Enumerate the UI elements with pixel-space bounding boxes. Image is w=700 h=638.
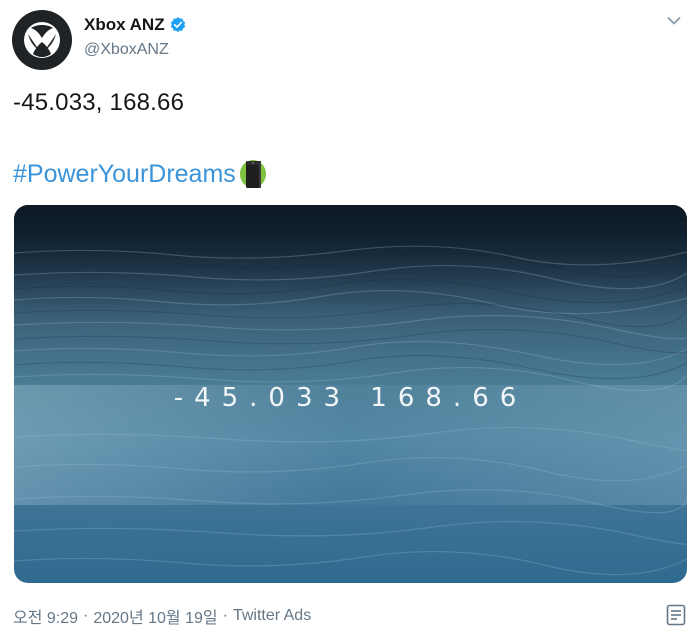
hashtag-row: #PowerYourDreams	[13, 158, 268, 190]
hashtag-link[interactable]: #PowerYourDreams	[13, 160, 236, 189]
tweet-source-link[interactable]: Twitter Ads	[233, 607, 311, 625]
chevron-down-icon	[667, 17, 681, 25]
account-handle[interactable]: @XboxANZ	[84, 41, 169, 59]
video-caption-coordinates: -45.033 168.66	[173, 383, 528, 413]
xbox-series-x-console-icon	[239, 160, 266, 188]
name-row: Xbox ANZ	[84, 15, 187, 35]
tweet-text: -45.033, 168.66	[13, 89, 185, 116]
video-media[interactable]: -45.033 168.66	[14, 205, 687, 583]
analytics-icon[interactable]	[666, 604, 686, 626]
tweet-time[interactable]: 오전 9:29	[13, 604, 78, 628]
display-name[interactable]: Xbox ANZ	[84, 15, 165, 35]
more-options-button[interactable]	[662, 16, 686, 36]
xbox-logo-icon	[24, 22, 60, 58]
tweet-date[interactable]: 2020년 10월 19일	[93, 604, 217, 628]
tweet-footer: 오전 9:29 · 2020년 10월 19일 · Twitter Ads	[13, 604, 311, 628]
verified-badge-icon	[170, 17, 185, 33]
tweet-header: Xbox ANZ @XboxANZ	[12, 10, 688, 72]
footer-separator: ·	[222, 607, 228, 624]
avatar[interactable]	[12, 10, 72, 70]
footer-separator: ·	[83, 607, 89, 624]
